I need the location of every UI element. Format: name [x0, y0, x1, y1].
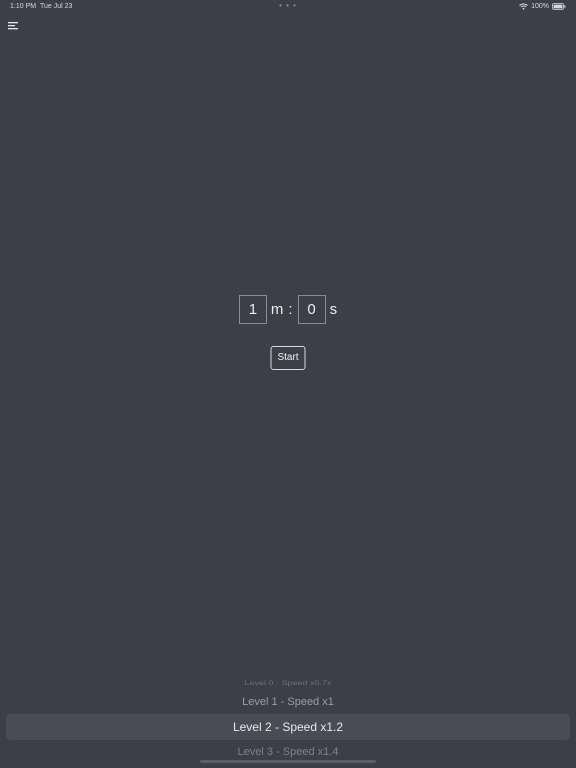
wifi-icon — [519, 3, 528, 10]
menu-button[interactable] — [8, 21, 22, 35]
picker-item-level-1[interactable]: Level 1 - Speed x1 — [0, 696, 576, 708]
time-separator: : — [288, 301, 293, 318]
minutes-unit: m — [270, 301, 284, 318]
battery-icon — [552, 3, 566, 10]
start-button[interactable]: Start — [270, 346, 306, 370]
status-right: 100% — [519, 3, 566, 10]
seconds-field[interactable]: 0 — [297, 295, 326, 324]
minutes-field[interactable]: 1 — [238, 295, 267, 324]
picker-item-level-3[interactable]: Level 3 - Speed x1.4 — [0, 746, 576, 758]
seconds-unit: s — [329, 301, 338, 318]
status-date: Tue Jul 23 — [40, 3, 73, 10]
status-bar: 1:10 PM Tue Jul 23 • • • 100% — [0, 0, 576, 14]
status-time: 1:10 PM — [10, 3, 37, 10]
multitasking-dots[interactable]: • • • — [279, 1, 297, 10]
home-indicator[interactable] — [200, 760, 376, 763]
picker-item-level-2-selected[interactable]: Level 2 - Speed x1.2 — [0, 720, 576, 734]
level-picker[interactable]: Level 0 - Speed x0.7x Level 1 - Speed x1… — [0, 674, 576, 768]
battery-percent: 100% — [531, 3, 549, 10]
app-screen: 1:10 PM Tue Jul 23 • • • 100% 1 m: 0 s … — [0, 0, 576, 768]
menu-icon — [8, 21, 22, 30]
picker-item-level-0[interactable]: Level 0 - Speed x0.7x — [0, 680, 576, 687]
timer-input: 1 m : 0 s — [0, 295, 576, 324]
